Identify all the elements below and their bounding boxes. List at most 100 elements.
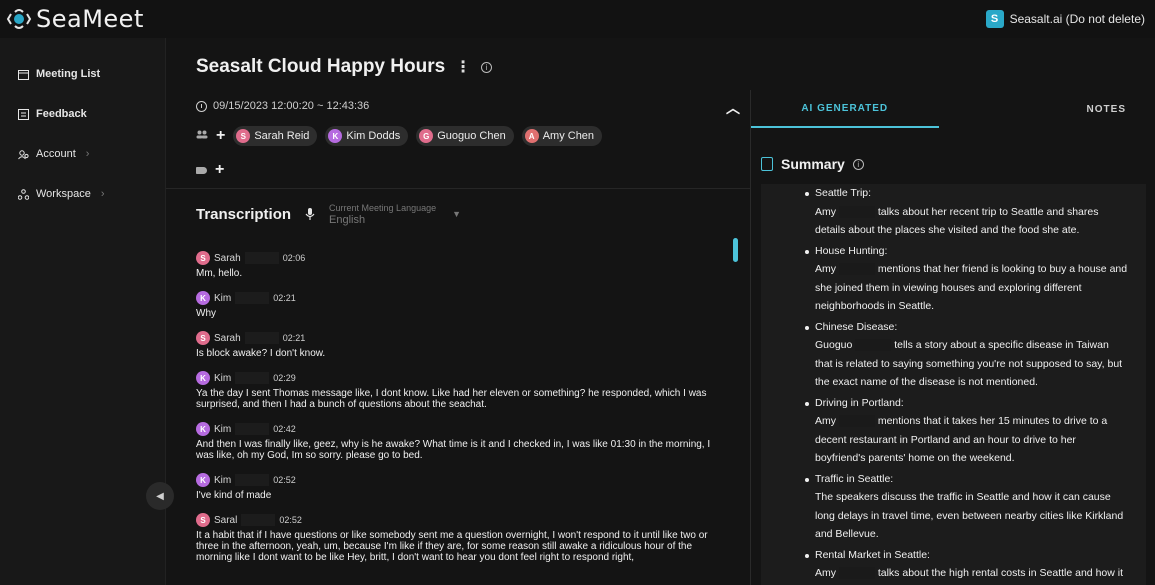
summary-item-lead: Amy [815, 567, 836, 579]
summary-item: Seattle Trip: Amy talks about her recent… [805, 184, 1128, 240]
seameet-logo-icon [6, 6, 32, 32]
timestamp[interactable]: 02:52 [273, 475, 296, 485]
workspace-name: Seasalt.ai (Do not delete) [1009, 12, 1145, 26]
utterance-text: Mm, hello. [196, 268, 243, 279]
summary-item-lead: Amy [815, 415, 836, 427]
account-icon [18, 149, 29, 160]
workspace-badge: S [985, 10, 1004, 28]
utterance-text: Ya the day I sent Thomas message like, I… [196, 388, 707, 410]
participant-chip[interactable]: A Amy Chen [521, 126, 603, 146]
bullet-icon [805, 192, 809, 196]
sidebar-item-feedback[interactable]: Feedback [0, 94, 165, 134]
tags-row: + [196, 162, 224, 178]
timestamp[interactable]: 02:06 [283, 253, 306, 263]
summary-header: Summary i [761, 156, 864, 172]
transcript-entry: K Kim 02:21 Why [196, 290, 728, 319]
participant-name: Guoguo Chen [437, 130, 506, 142]
language-selector[interactable]: Current Meeting Language English [329, 202, 436, 226]
transcript-entry: S Sarah 02:21 Is block awake? I don't kn… [196, 330, 728, 359]
speaker-name[interactable]: Sarah [214, 333, 241, 344]
clock-icon [196, 100, 207, 112]
avatar: K [196, 371, 210, 385]
bullet-icon [805, 477, 809, 482]
avatar: S [196, 331, 210, 345]
summary-tabs: AI GENERATED NOTES [751, 90, 1155, 128]
timestamp[interactable]: 02:52 [279, 515, 302, 525]
summary-item: Rental Market in Seattle: Amy talks abou… [805, 546, 1128, 585]
transcript-list: S Sarah 02:06 Mm, hello. K Kim 02:21 Why [196, 250, 728, 574]
add-tag-button[interactable]: + [215, 162, 224, 178]
summary-pane: AI GENERATED NOTES Summary i Seattle Tri… [750, 90, 1155, 585]
redacted-surname [235, 292, 270, 304]
sidebar-item-label: Account [36, 148, 76, 160]
sidebar-item-meeting-list[interactable]: Meeting List [0, 54, 165, 94]
participants-row: + S Sarah Reid K Kim Dodds G Guoguo Chen… [196, 126, 603, 146]
add-participant-button[interactable]: + [216, 128, 225, 144]
summary-item: Driving in Portland: Amy mentions that i… [805, 394, 1128, 468]
redacted-surname [838, 205, 875, 218]
language-label: Current Meeting Language [329, 203, 437, 213]
sidebar-item-account[interactable]: Account › [0, 134, 165, 174]
main-content: Seasalt Cloud Happy Hours ⋮ i 09/15/2023… [166, 38, 1155, 585]
sidebar-item-workspace[interactable]: Workspace › [0, 174, 165, 214]
participant-chip[interactable]: K Kim Dodds [325, 126, 409, 146]
chevron-left-icon: ◀ [156, 490, 164, 502]
bullet-icon [805, 249, 809, 254]
speaker-name[interactable]: Kim [214, 424, 231, 435]
top-bar: SeaMeet S Seasalt.ai (Do not delete) [0, 0, 1155, 38]
timestamp[interactable]: 02:29 [273, 373, 296, 383]
redacted-surname [855, 339, 892, 352]
transcript-entry: K Kim 02:29 Ya the day I sent Thomas mes… [196, 370, 728, 410]
utterance-text: I've kind of made [196, 490, 272, 501]
people-icon [196, 130, 208, 142]
speaker-name[interactable]: Kim [214, 475, 231, 486]
scrollbar-thumb[interactable] [733, 238, 738, 262]
participant-chip[interactable]: S Sarah Reid [233, 126, 318, 146]
speaker-name[interactable]: Sarah [214, 253, 241, 264]
microphone-icon[interactable] [303, 206, 317, 222]
utterance-text: Is block awake? I don't know. [196, 348, 326, 359]
collapse-sidebar-button[interactable]: ◀ [146, 482, 174, 510]
tab-ai-generated[interactable]: AI GENERATED [751, 90, 939, 128]
document-icon [761, 157, 773, 171]
timestamp[interactable]: 02:21 [283, 333, 306, 343]
bullet-icon [805, 553, 809, 558]
redacted-surname [235, 474, 270, 486]
speaker-name[interactable]: Saral [214, 515, 237, 526]
chevron-right-icon: › [85, 148, 90, 160]
summary-item-lead: Guoguo [815, 339, 853, 351]
collapse-details-icon[interactable]: ︿ [726, 98, 740, 118]
avatar: K [196, 291, 210, 305]
feedback-icon [18, 108, 29, 120]
summary-item: Traffic in Seattle: The speakers discuss… [805, 470, 1128, 544]
speaker-name[interactable]: Kim [214, 293, 231, 304]
meeting-datetime: 09/15/2023 12:00:20 ~ 12:43:36 [196, 100, 369, 112]
summary-content: Seattle Trip: Amy talks about her recent… [761, 184, 1146, 585]
utterance-text: And then I was finally like, geez, why i… [196, 439, 711, 461]
participant-chip[interactable]: G Guoguo Chen [416, 126, 514, 146]
datetime-text: 09/15/2023 12:00:20 ~ 12:43:36 [213, 100, 370, 112]
redacted-surname [235, 423, 270, 435]
tab-notes[interactable]: NOTES [939, 90, 1155, 128]
app-logo[interactable]: SeaMeet [0, 5, 144, 33]
redacted-surname [244, 332, 279, 344]
sidebar: Meeting List Feedback Account › Workspac… [0, 38, 166, 585]
avatar: S [236, 129, 251, 143]
summary-item-lead: Amy [815, 205, 836, 218]
workspace-switcher[interactable]: S Seasalt.ai (Do not delete) [985, 10, 1155, 28]
timestamp[interactable]: 02:42 [273, 424, 296, 434]
meeting-title: Seasalt Cloud Happy Hours [196, 56, 446, 77]
redacted-surname [838, 263, 875, 276]
dropdown-caret-icon[interactable]: ▼ [452, 209, 461, 219]
transcript-entry: K Kim 02:52 I've kind of made [196, 472, 728, 501]
more-options-icon[interactable]: ⋮ [455, 57, 471, 77]
avatar: G [419, 129, 434, 143]
summary-item-title: Traffic in Seattle: [815, 472, 894, 485]
speaker-name[interactable]: Kim [214, 373, 231, 384]
info-icon[interactable]: i [481, 61, 493, 73]
redacted-surname [838, 567, 875, 580]
transcript-entry: S Saral 02:52 It a habit that if I have … [196, 512, 728, 563]
info-icon[interactable]: i [852, 158, 864, 170]
meeting-header: Seasalt Cloud Happy Hours ⋮ i [196, 56, 493, 78]
timestamp[interactable]: 02:21 [273, 293, 296, 303]
